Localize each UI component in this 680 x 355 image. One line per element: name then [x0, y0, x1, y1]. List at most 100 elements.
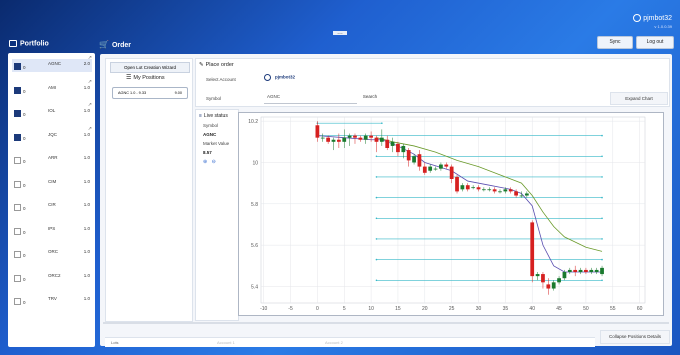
- row-checkbox[interactable]: [14, 110, 21, 117]
- portfolio-row[interactable]: 0 IPS 1.0: [12, 224, 92, 237]
- logout-button[interactable]: Log out: [636, 36, 674, 49]
- x-tick-label: 60: [637, 306, 643, 312]
- row-checkbox[interactable]: [14, 133, 21, 141]
- level-marker: [601, 258, 603, 261]
- lot-wizard-button[interactable]: Open Lot Creation Wizard: [110, 62, 190, 73]
- row-quantity: 0: [23, 135, 26, 141]
- row-checkbox[interactable]: [14, 227, 21, 235]
- live-symbol-label: Symbol: [203, 123, 219, 128]
- x-tick-label: 15: [395, 306, 401, 312]
- candle-body: [524, 193, 529, 196]
- row-symbol: CIR: [48, 202, 56, 207]
- account-radio-icon: [264, 74, 271, 81]
- row-value: 1.0: [83, 249, 90, 254]
- positions-panel: Open Lot Creation Wizard ☰ My Positions A…: [105, 58, 193, 322]
- account-name: pjmbot32: [275, 74, 296, 80]
- collapse-positions-button[interactable]: Collapse Positions Details: [600, 330, 670, 344]
- candle-body: [584, 269, 588, 272]
- position-item[interactable]: AGNC 1.0 - 9.33 9.00: [112, 87, 188, 99]
- row-checkbox[interactable]: [14, 180, 21, 188]
- candle-body: [444, 164, 449, 167]
- y-tick-label: 10.2: [248, 119, 258, 125]
- row-checkbox[interactable]: [14, 86, 21, 94]
- portfolio-row[interactable]: 0 TRV 1.0: [12, 294, 92, 307]
- level-marker: [601, 279, 603, 282]
- candle-body: [331, 139, 336, 142]
- row-quantity: 0: [23, 182, 26, 188]
- market-value: 8.57: [203, 150, 212, 155]
- portfolio-panel: 0 AGNC 2.0 ↗ 0 AMI 1.0 ↗ 0 IOL 1.0 ↗ 0 JQC 1.0 ↗ 0 ARR 1.0…: [8, 53, 95, 347]
- portfolio-row[interactable]: 0 JQC 1.0 ↗: [12, 126, 92, 143]
- portfolio-row[interactable]: 0 AMI 1.0 ↗: [12, 79, 92, 96]
- row-checkbox[interactable]: [14, 157, 21, 164]
- level-marker: [381, 122, 383, 124]
- candle-body: [594, 269, 599, 272]
- account-selector[interactable]: pjmbot32: [264, 74, 295, 81]
- position-value: 9.00: [174, 91, 182, 95]
- search-button[interactable]: Search: [359, 92, 381, 102]
- expand-chart-button[interactable]: Expand Chart: [610, 92, 668, 105]
- portfolio-row[interactable]: 0 CIM 1.0: [12, 177, 92, 190]
- app-version: v 1.0.0.39: [654, 24, 672, 29]
- cart-icon: 🛒: [99, 40, 109, 49]
- row-symbol: ORC: [48, 249, 58, 254]
- level-marker: [375, 258, 378, 261]
- portfolio-row[interactable]: 0 CIR 1.0: [12, 200, 92, 213]
- row-checkbox[interactable]: [14, 298, 21, 305]
- zoom-out-icon[interactable]: ⊖: [212, 159, 216, 165]
- positions-icon: ☰: [126, 75, 132, 81]
- level-marker: [375, 217, 378, 220]
- level-marker: [375, 155, 378, 158]
- row-symbol: AMI: [48, 84, 57, 90]
- candle-body: [535, 274, 540, 277]
- order-header: 🛒 Order: [99, 40, 131, 49]
- row-quantity: 0: [23, 300, 26, 305]
- candle-body: [396, 143, 400, 153]
- row-checkbox[interactable]: [14, 274, 21, 282]
- portfolio-row[interactable]: 0 AGNC 2.0 ↗: [12, 55, 92, 72]
- portfolio-row[interactable]: 0 IOL 1.0 ↗: [12, 102, 92, 119]
- row-checkbox[interactable]: [14, 204, 21, 211]
- row-value: 1.0: [83, 131, 90, 137]
- candle-body: [600, 267, 604, 275]
- x-tick-label: 30: [476, 306, 482, 312]
- y-tick-label: 5.8: [251, 202, 258, 208]
- symbol-input[interactable]: AGNC: [264, 91, 357, 104]
- position-symbol: AGNC 1.0 - 9.33: [118, 91, 147, 95]
- live-status-panel: ≡ Live status Symbol AGNC Market Value 8.…: [195, 109, 239, 321]
- level-marker: [601, 134, 603, 137]
- x-tick-label: 5: [343, 306, 346, 312]
- candle-body: [487, 189, 492, 191]
- candle-body: [573, 269, 578, 272]
- sync-button[interactable]: Sync: [597, 36, 633, 49]
- place-order-title: Place order: [205, 62, 234, 68]
- user-info[interactable]: pjmbot32 v 1.0.0.39: [633, 14, 672, 29]
- y-tick-label: 5.6: [251, 243, 258, 249]
- portfolio-row[interactable]: 0 ORC2 1.0: [12, 271, 92, 284]
- level-marker: [601, 176, 603, 178]
- row-symbol: JQC: [48, 131, 57, 137]
- row-checkbox[interactable]: [14, 251, 21, 258]
- row-checkbox[interactable]: [14, 63, 21, 70]
- x-tick-label: 35: [503, 306, 509, 312]
- candle-body: [503, 189, 508, 192]
- market-value-label: Market Value: [203, 141, 230, 146]
- symbol-label: Symbol: [206, 96, 222, 101]
- zoom-in-icon[interactable]: ⊕: [203, 159, 207, 165]
- candle-body: [401, 145, 406, 153]
- portfolio-row[interactable]: 0 ARR 1.0: [12, 153, 92, 166]
- row-quantity: 0: [23, 112, 26, 117]
- candle-body: [379, 137, 384, 142]
- x-tick-label: 50: [583, 306, 589, 312]
- row-quantity: 0: [23, 206, 26, 211]
- level-marker: [375, 238, 378, 240]
- live-symbol-value: AGNC: [203, 132, 217, 137]
- level-marker: [601, 238, 603, 240]
- row-value: 1.0: [83, 155, 90, 160]
- price-chart[interactable]: -10 -5 0 5 10 15 20 25 30 35 40 45 50 55 60 5.4 5.6 5.8 10…: [238, 112, 664, 316]
- row-value: 1.0: [83, 108, 90, 113]
- x-tick-label: -5: [288, 306, 293, 312]
- portfolio-row[interactable]: 0 ORC 1.0: [12, 247, 92, 260]
- x-tick-label: 10: [368, 306, 374, 312]
- candle-body: [417, 154, 422, 167]
